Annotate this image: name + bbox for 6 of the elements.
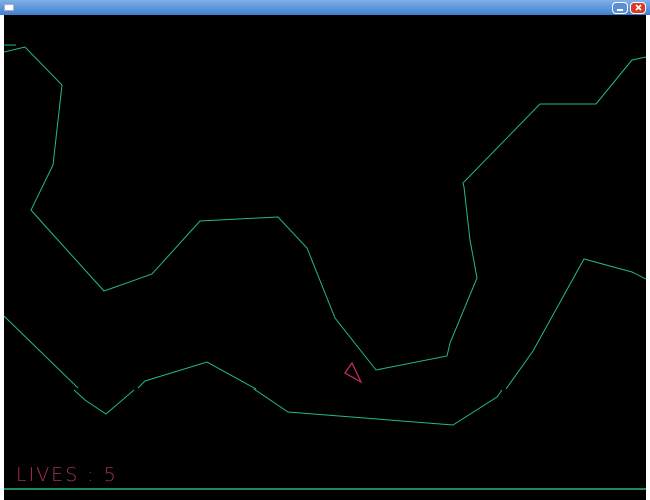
window-icon xyxy=(4,4,14,11)
minimize-button[interactable] xyxy=(612,2,628,14)
close-button[interactable] xyxy=(630,2,646,14)
close-icon xyxy=(634,4,642,11)
lives-counter: LIVES : 5 xyxy=(16,466,118,485)
ship-icon xyxy=(344,362,362,384)
